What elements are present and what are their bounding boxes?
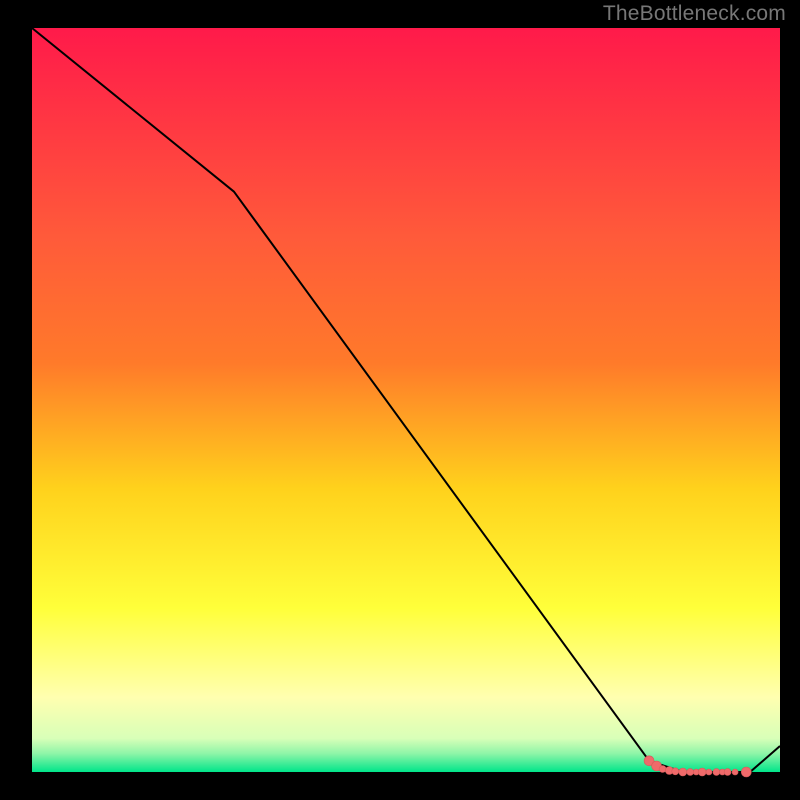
data-marker	[732, 769, 738, 775]
data-marker	[672, 768, 679, 775]
bottleneck-chart	[0, 0, 800, 800]
data-marker	[724, 769, 731, 776]
plot-background	[32, 28, 780, 772]
data-marker	[698, 768, 706, 776]
data-marker	[679, 768, 687, 776]
data-marker	[741, 767, 751, 777]
chart-frame: TheBottleneck.com	[0, 0, 800, 800]
data-marker	[659, 766, 666, 773]
data-marker	[687, 769, 694, 776]
data-marker	[706, 769, 712, 775]
watermark-label: TheBottleneck.com	[603, 2, 786, 26]
data-marker	[713, 769, 720, 776]
